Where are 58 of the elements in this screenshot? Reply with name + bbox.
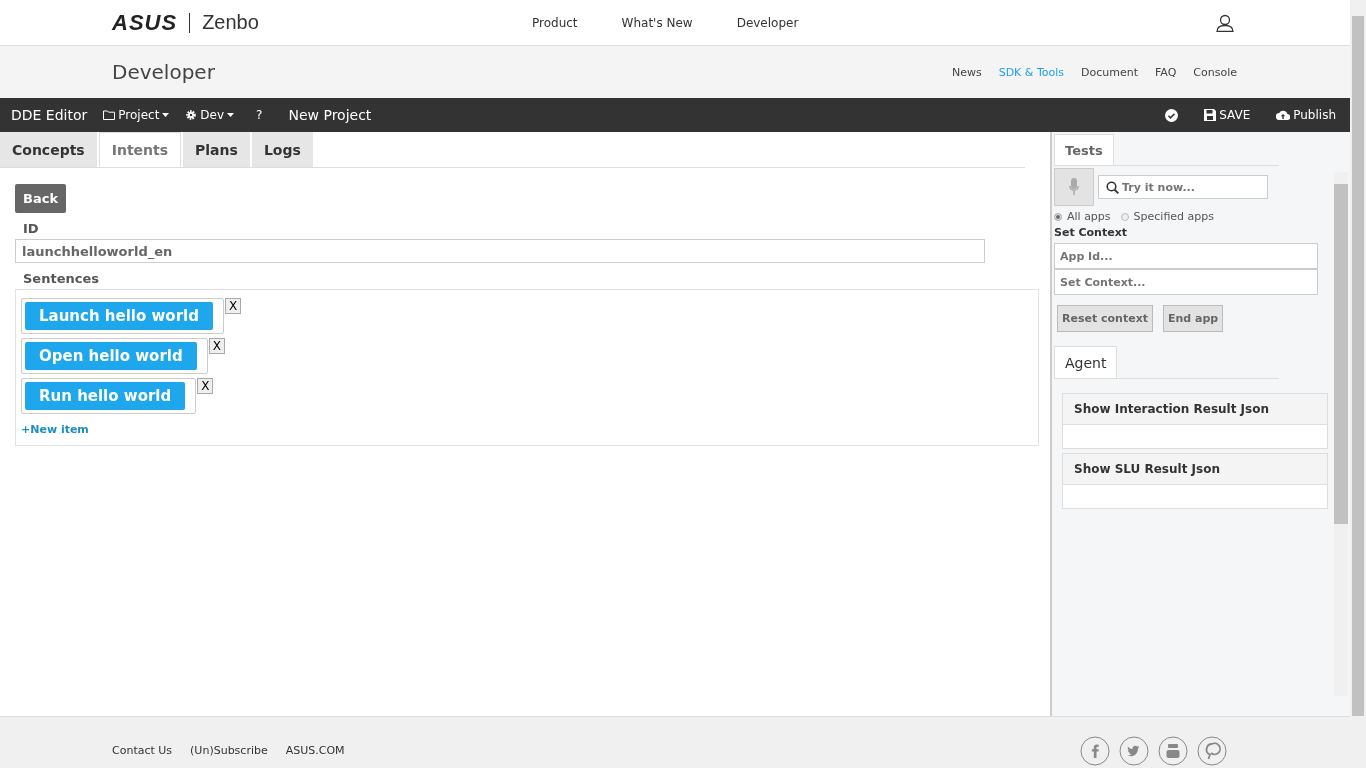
panel-heading[interactable]: Show Interaction Result Json <box>1063 394 1327 425</box>
nav-link[interactable]: Developer <box>736 15 799 30</box>
editor-tab[interactable]: Concepts <box>0 132 97 167</box>
editor-tab[interactable]: Plans <box>183 132 250 167</box>
remove-button[interactable]: X <box>224 298 242 314</box>
caret-icon <box>227 113 235 117</box>
app-id-field[interactable]: App Id... <box>1054 243 1318 269</box>
help-button[interactable]: ? <box>250 108 269 122</box>
cloud-upload-icon <box>1276 110 1291 120</box>
context-label: Set Context <box>1054 226 1128 239</box>
nav-link[interactable]: What's New <box>621 15 693 30</box>
search-icon <box>1106 181 1119 194</box>
social-circle-icon[interactable] <box>1080 735 1110 766</box>
search-field[interactable]: Try it now... <box>1098 175 1268 199</box>
editor-tab[interactable]: Logs <box>251 132 313 167</box>
new-item-link[interactable]: +New item <box>21 423 89 436</box>
footer-link[interactable]: (Un)Subscribe <box>190 744 268 757</box>
editor-title: DDE Editor <box>11 107 88 123</box>
field-label: Sentences <box>23 271 100 286</box>
menu-dropdown[interactable]: Project <box>103 108 170 122</box>
section-link[interactable]: News <box>951 65 982 79</box>
remove-button[interactable]: X <box>197 378 214 394</box>
save-button[interactable]: SAVE <box>1204 108 1251 122</box>
editor-tab[interactable]: Intents <box>98 132 182 167</box>
project-name: New Project <box>288 107 372 123</box>
tests-tab[interactable]: Tests <box>1054 134 1114 165</box>
scope-radio[interactable]: All apps <box>1054 210 1111 223</box>
caret-icon <box>162 113 170 117</box>
section-link[interactable]: Console <box>1193 65 1237 79</box>
footer-link[interactable]: ASUS.COM <box>285 744 345 757</box>
menu-dropdown[interactable]: Dev <box>185 108 235 122</box>
footer-link[interactable]: Contact Us <box>112 744 173 757</box>
microphone-icon <box>1069 178 1079 196</box>
folder-icon <box>103 110 116 120</box>
remove-button[interactable]: X <box>208 338 225 354</box>
page-scrollbar[interactable] <box>1350 0 1366 768</box>
scope-radio[interactable]: Specified apps <box>1120 210 1215 223</box>
test-action-button[interactable]: End app <box>1163 305 1224 332</box>
section-link[interactable]: FAQ <box>1155 65 1177 79</box>
context-field[interactable]: Set Context... <box>1054 269 1318 295</box>
test-action-button[interactable]: Reset context <box>1057 305 1153 332</box>
back-button[interactable]: Back <box>15 184 67 213</box>
panel-heading[interactable]: Show SLU Result Json <box>1063 454 1327 485</box>
field-label: ID <box>23 221 40 236</box>
agent-tab[interactable]: Agent <box>1054 346 1118 378</box>
section-link[interactable]: Document <box>1081 65 1138 79</box>
product-name: Zenbo <box>202 11 259 34</box>
gear-icon <box>185 109 198 121</box>
id-field[interactable]: launchhelloworld_en <box>15 239 985 263</box>
check-icon[interactable] <box>1165 108 1179 122</box>
nav-link[interactable]: Product <box>532 15 578 30</box>
scrollbar[interactable] <box>1334 172 1348 696</box>
user-icon[interactable] <box>1216 13 1234 32</box>
microphone-button[interactable] <box>1054 168 1094 206</box>
bird-icon[interactable] <box>1119 735 1149 766</box>
section-title: Developer <box>112 60 215 84</box>
publish-button[interactable]: Publish <box>1276 108 1336 122</box>
brand-logo[interactable]: ASUS <box>112 9 178 36</box>
